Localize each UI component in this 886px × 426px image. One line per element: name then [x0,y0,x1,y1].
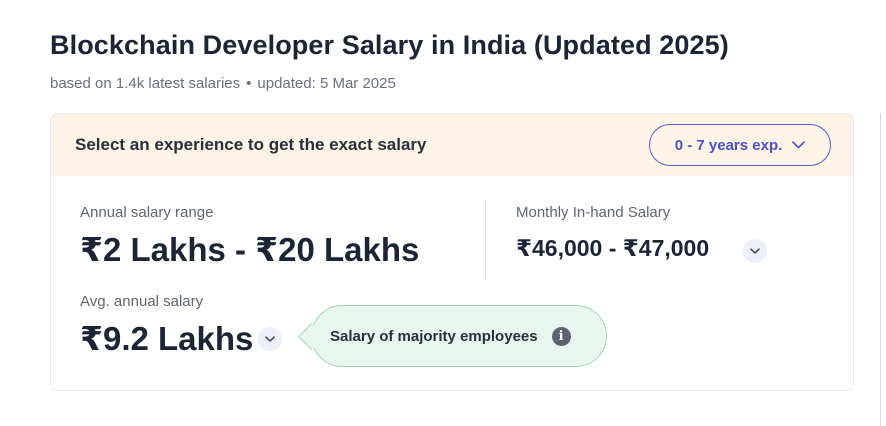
experience-dropdown-label: 0 - 7 years exp. [674,136,783,154]
annual-range-label: Annual salary range [80,204,214,221]
page-subtitle: based on 1.4k latest salaries • updated: 5… [50,75,396,92]
tooltip-text: Salary of majority employees [330,327,538,345]
info-icon[interactable]: i [551,326,571,346]
annual-range-value: ₹2 Lakhs - ₹20 Lakhs [80,231,420,268]
tooltip-pointer [298,323,325,350]
salary-card: Select an experience to get the exact sa… [50,113,854,391]
chevron-down-icon [265,335,275,342]
page-title: Blockchain Developer Salary in India (Up… [50,30,729,60]
chevron-down-icon [792,141,806,149]
avg-expand-button[interactable] [258,327,282,351]
monthly-inhand-label: Monthly In-hand Salary [516,204,671,221]
scrollbar-edge [880,113,881,426]
avg-annual-value: ₹9.2 Lakhs [80,320,254,357]
majority-salary-tooltip: Salary of majority employees i [298,305,607,367]
experience-prompt: Select an experience to get the exact sa… [75,135,427,154]
experience-selector-bar: Select an experience to get the exact sa… [51,114,853,176]
salaries-count-text: based on 1.4k latest salaries [50,75,241,92]
updated-date-text: updated: 5 Mar 2025 [257,75,396,92]
avg-annual-label: Avg. annual salary [80,293,204,310]
monthly-inhand-value: ₹46,000 - ₹47,000 [516,235,710,261]
experience-dropdown-button[interactable]: 0 - 7 years exp. [649,124,831,166]
monthly-expand-button[interactable] [743,239,767,263]
column-divider [485,200,486,280]
chevron-down-icon [750,247,760,254]
subtitle-separator: • [246,75,252,92]
